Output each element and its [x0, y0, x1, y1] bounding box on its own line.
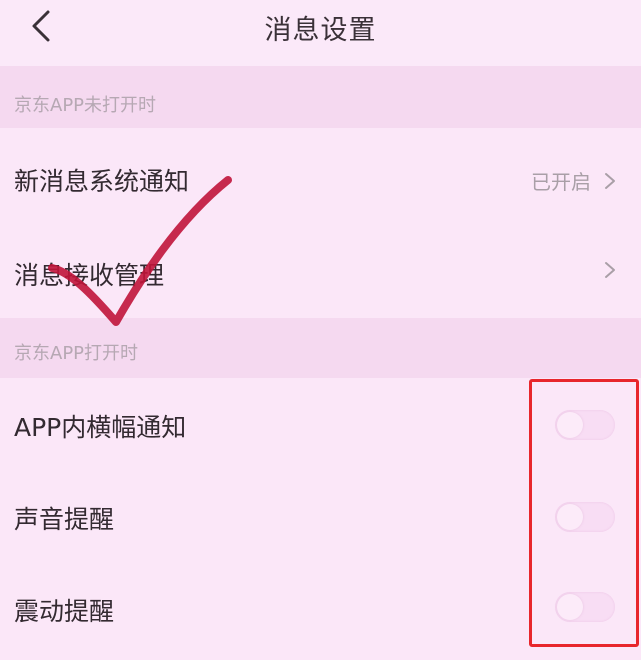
- settings-row-system-notification[interactable]: 新消息系统通知 已开启: [0, 128, 641, 224]
- settings-row-vibration-alert: 震动提醒: [0, 562, 641, 660]
- page-title: 消息设置: [264, 15, 377, 46]
- row-label: 声音提醒: [14, 505, 115, 534]
- row-value-group: [591, 260, 617, 280]
- status-value: 已开启: [531, 170, 591, 194]
- section-header-label: 京东APP未打开时: [14, 95, 157, 116]
- section-header-app-open: 京东APP打开时: [0, 318, 641, 378]
- row-label: 震动提醒: [14, 597, 115, 626]
- row-label: 新消息系统通知: [14, 167, 190, 196]
- toggle-knob: [557, 594, 583, 620]
- section-header-label: 京东APP打开时: [14, 343, 139, 364]
- row-label: APP内横幅通知: [14, 413, 187, 442]
- settings-row-message-receive[interactable]: 消息接收管理: [0, 224, 641, 318]
- section-header-app-closed: 京东APP未打开时: [0, 66, 641, 128]
- chevron-right-icon: [603, 171, 617, 191]
- vibration-toggle[interactable]: [555, 592, 615, 622]
- toggle-knob: [557, 412, 583, 438]
- row-value-group: 已开启: [531, 166, 617, 195]
- nav-bar: 消息设置: [0, 0, 641, 66]
- settings-row-sound-alert: 声音提醒: [0, 470, 641, 562]
- row-label: 消息接收管理: [14, 261, 165, 290]
- settings-row-banner-notification: APP内横幅通知: [0, 378, 641, 470]
- banner-toggle[interactable]: [555, 410, 615, 440]
- chevron-right-icon: [603, 260, 617, 280]
- sound-toggle[interactable]: [555, 502, 615, 532]
- toggle-knob: [557, 504, 583, 530]
